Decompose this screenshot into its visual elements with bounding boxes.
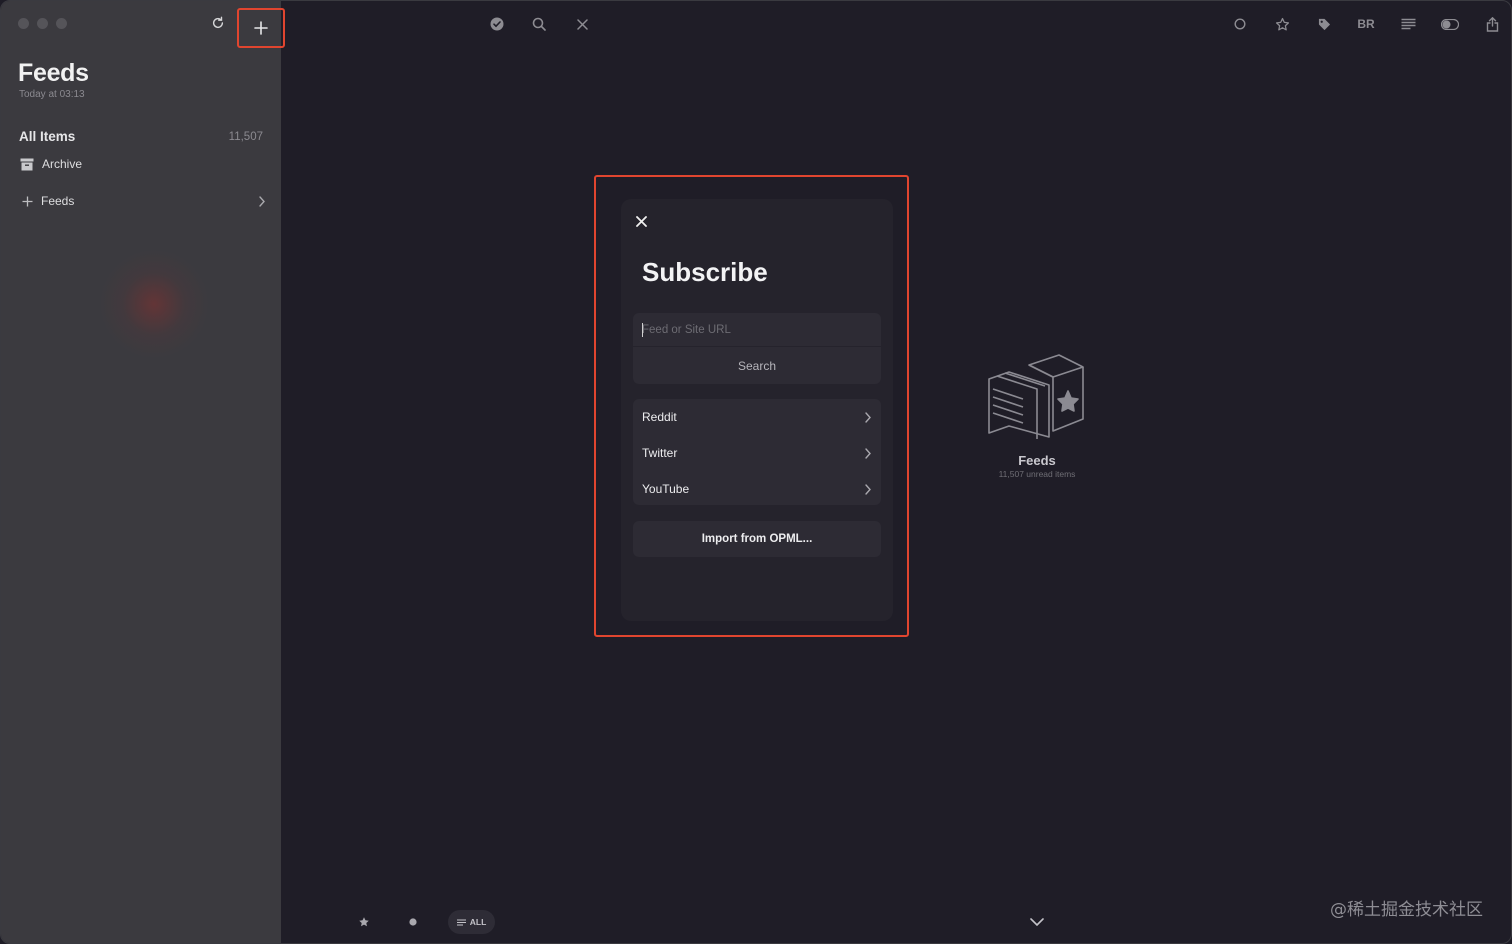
source-item-youtube[interactable]: YouTube xyxy=(633,471,881,507)
empty-state-title: Feeds xyxy=(1018,453,1056,468)
sidebar-updated-time: Today at 03:13 xyxy=(19,89,85,100)
filter-label: ALL xyxy=(469,917,487,927)
plus-icon xyxy=(22,196,33,206)
subscribe-dialog: Subscribe Search Reddit Twitter YouTube … xyxy=(621,199,893,621)
clear-button[interactable] xyxy=(571,13,593,35)
chevron-right-icon xyxy=(865,483,871,495)
dot-icon xyxy=(409,918,417,926)
search-button[interactable]: Search xyxy=(633,349,881,383)
close-dialog-button[interactable] xyxy=(633,213,649,229)
bionic-reading-button[interactable]: BR xyxy=(1354,13,1378,35)
refresh-icon xyxy=(212,16,224,29)
chevron-right-icon xyxy=(865,411,871,423)
feeds-box-icon xyxy=(988,354,1084,439)
starred-filter-button[interactable] xyxy=(355,913,373,931)
search-button[interactable] xyxy=(528,13,550,35)
feed-url-input[interactable] xyxy=(633,313,881,347)
close-window-button[interactable] xyxy=(18,18,29,29)
empty-state-subtitle: 11,507 unread items xyxy=(998,469,1076,479)
app-window: Feeds Today at 03:13 All Items 11,507 Ar… xyxy=(0,0,1512,944)
unread-filter-button[interactable] xyxy=(404,913,422,931)
all-items-count: 11,507 xyxy=(228,131,263,143)
list-icon xyxy=(456,918,466,926)
plus-icon xyxy=(254,21,268,35)
chevron-right-icon xyxy=(259,195,265,207)
sidebar-item-archive[interactable]: Archive xyxy=(20,157,82,171)
search-icon xyxy=(532,17,546,31)
text-caret xyxy=(642,323,643,337)
share-icon xyxy=(1486,16,1498,32)
refresh-button[interactable] xyxy=(204,9,232,37)
star-icon xyxy=(359,917,369,927)
sidebar-item-feeds[interactable]: Feeds xyxy=(22,194,266,208)
source-item-label: Twitter xyxy=(642,446,678,460)
source-item-twitter[interactable]: Twitter xyxy=(633,435,881,471)
source-list: Reddit Twitter YouTube xyxy=(633,399,881,505)
watermark: @稀土掘金技术社区 xyxy=(1330,900,1483,920)
star-outline-icon xyxy=(1275,17,1289,30)
sidebar: Feeds Today at 03:13 All Items 11,507 Ar… xyxy=(1,1,285,943)
chevron-right-icon xyxy=(865,447,871,459)
minimize-window-button[interactable] xyxy=(37,18,48,29)
dialog-title: Subscribe xyxy=(642,257,768,287)
archive-icon xyxy=(20,158,34,170)
blurred-thumbnail xyxy=(99,249,209,359)
star-button[interactable] xyxy=(1271,13,1293,35)
chevron-down-icon xyxy=(1030,918,1044,926)
import-opml-button[interactable]: Import from OPML... xyxy=(633,521,881,557)
zoom-window-button[interactable] xyxy=(56,18,67,29)
source-item-reddit[interactable]: Reddit xyxy=(633,399,881,435)
toggle-button[interactable] xyxy=(1439,13,1461,35)
tag-icon xyxy=(1318,18,1330,30)
source-item-label: YouTube xyxy=(642,482,690,496)
all-filter-button[interactable]: ALL xyxy=(448,910,495,934)
next-item-button[interactable] xyxy=(1028,913,1046,931)
window-controls xyxy=(18,18,67,29)
text-lines-icon xyxy=(1401,18,1415,30)
sidebar-item-all-items[interactable]: All Items xyxy=(19,129,75,144)
checkmark-circle-icon xyxy=(490,17,504,31)
share-button[interactable] xyxy=(1481,13,1503,35)
sidebar-item-label: Archive xyxy=(42,157,83,171)
toggle-icon xyxy=(1441,18,1459,30)
source-item-label: Reddit xyxy=(642,410,677,424)
close-icon xyxy=(576,18,588,30)
reader-view-button[interactable] xyxy=(1397,13,1419,35)
sidebar-title: Feeds xyxy=(18,59,89,87)
close-icon xyxy=(636,216,647,227)
add-subscription-button[interactable] xyxy=(237,8,285,48)
url-search-group: Search xyxy=(633,313,881,384)
circle-icon xyxy=(1234,18,1246,30)
tag-button[interactable] xyxy=(1313,13,1335,35)
mark-read-button[interactable] xyxy=(486,13,508,35)
mark-unread-button[interactable] xyxy=(1229,13,1251,35)
sidebar-item-label: Feeds xyxy=(41,194,75,208)
